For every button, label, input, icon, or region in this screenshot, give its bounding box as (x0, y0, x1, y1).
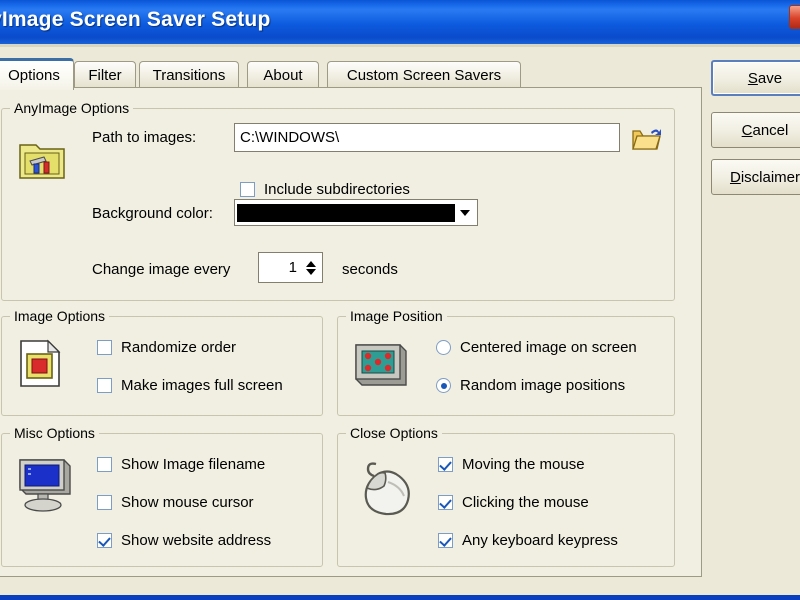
clicking-the-mouse-box[interactable] (438, 495, 453, 510)
open-folder-icon[interactable] (632, 125, 662, 157)
tab-custom-screen-savers[interactable]: Custom Screen Savers (327, 61, 521, 88)
group-misc-options-title: Misc Options (10, 425, 99, 441)
show-mouse-cursor-label: Show mouse cursor (121, 494, 254, 511)
tab-transitions-label: Transitions (152, 66, 226, 84)
cancel-button-label: ancel (752, 121, 789, 139)
make-images-full-screen-box[interactable] (97, 378, 112, 393)
make-images-full-screen-checkbox[interactable]: Make images full screen (97, 377, 283, 394)
centered-image-radio[interactable]: Centered image on screen (436, 339, 637, 356)
group-misc-options: Misc Options Show Image filename Show mo… (1, 425, 323, 567)
include-subdirectories-label: Include subdirectories (264, 181, 410, 198)
tab-custom-screen-savers-label: Custom Screen Savers (346, 66, 502, 84)
clicking-the-mouse-checkbox[interactable]: Clicking the mouse (438, 494, 589, 511)
background-color-swatch (237, 203, 455, 222)
folder-tools-icon (18, 137, 66, 186)
save-button[interactable]: Save (711, 60, 800, 96)
clicking-the-mouse-label: Clicking the mouse (462, 494, 589, 511)
show-mouse-cursor-checkbox[interactable]: Show mouse cursor (97, 494, 254, 511)
spinner-down-icon[interactable] (305, 268, 316, 275)
tab-filter[interactable]: Filter (74, 61, 136, 88)
moving-the-mouse-box[interactable] (438, 457, 453, 472)
centered-image-label: Centered image on screen (460, 339, 637, 356)
show-mouse-cursor-box[interactable] (97, 495, 112, 510)
group-image-position-title: Image Position (346, 308, 447, 324)
seconds-label: seconds (342, 261, 398, 278)
spinner-buttons[interactable] (302, 253, 322, 282)
any-keyboard-keypress-checkbox[interactable]: Any keyboard keypress (438, 532, 618, 549)
group-image-options: Image Options Randomize order Make image… (1, 308, 323, 416)
show-image-filename-box[interactable] (97, 457, 112, 472)
show-image-filename-label: Show Image filename (121, 456, 266, 473)
make-images-full-screen-label: Make images full screen (121, 377, 283, 394)
tab-about-label: About (263, 66, 303, 84)
include-subdirectories-box[interactable] (240, 182, 255, 197)
show-image-filename-checkbox[interactable]: Show Image filename (97, 456, 265, 473)
random-image-positions-radio-box[interactable] (436, 378, 451, 393)
disclaimer-button-label: isclaimer (740, 168, 800, 186)
group-image-options-title: Image Options (10, 308, 110, 324)
monitor-pattern-icon (354, 341, 408, 393)
group-close-options-title: Close Options (346, 425, 442, 441)
randomize-order-box[interactable] (97, 340, 112, 355)
centered-image-radio-box[interactable] (436, 340, 451, 355)
any-keyboard-keypress-label: Any keyboard keypress (462, 532, 618, 549)
moving-the-mouse-label: Moving the mouse (462, 456, 585, 473)
tab-strip: Options Filter Transitions About Custom … (0, 58, 700, 90)
tab-about[interactable]: About (247, 61, 319, 88)
show-website-address-label: Show website address (121, 532, 272, 549)
random-image-positions-label: Random image positions (460, 377, 626, 394)
background-color-label: Background color: (92, 205, 213, 222)
chevron-down-icon[interactable] (455, 202, 475, 223)
randomize-order-label: Randomize order (121, 339, 237, 356)
background-color-combo[interactable] (234, 199, 478, 226)
interval-spinner[interactable]: 1 (258, 252, 323, 283)
show-website-address-checkbox[interactable]: Show website address (97, 532, 271, 549)
disclaimer-button-accel: D (729, 168, 741, 186)
save-button-label: ave (757, 69, 783, 87)
window-title: yImage Screen Saver Setup (0, 8, 271, 31)
tab-options-label: Options (8, 67, 60, 84)
any-keyboard-keypress-box[interactable] (438, 533, 453, 548)
interval-value[interactable]: 1 (259, 259, 302, 276)
close-icon[interactable] (789, 5, 800, 29)
cancel-button[interactable]: Cancel (711, 112, 800, 148)
group-anyimage-options-title: AnyImage Options (10, 100, 134, 116)
group-close-options: Close Options Moving the mouse Clicking … (337, 425, 675, 567)
change-image-every-label: Change image every (92, 261, 231, 278)
spinner-up-icon[interactable] (305, 260, 316, 267)
crt-monitor-icon (16, 456, 74, 519)
path-to-images-label: Path to images: (92, 129, 197, 146)
title-bar: yImage Screen Saver Setup (0, 0, 800, 44)
path-to-images-input[interactable] (234, 123, 620, 152)
group-image-position: Image Position Centered image on screen (337, 308, 675, 416)
titlebar-divider (0, 44, 800, 47)
cancel-button-accel: C (741, 121, 753, 139)
screensaver-setup-window: yImage Screen Saver Setup Options Filter… (0, 0, 800, 600)
tab-options[interactable]: Options (0, 58, 74, 90)
mouse-icon (354, 458, 424, 525)
tab-filter-label: Filter (88, 66, 122, 84)
save-button-accel: S (747, 69, 758, 87)
moving-the-mouse-checkbox[interactable]: Moving the mouse (438, 456, 585, 473)
tab-transitions[interactable]: Transitions (139, 61, 239, 88)
randomize-order-checkbox[interactable]: Randomize order (97, 339, 236, 356)
group-anyimage-options: AnyImage Options Path to images: C:\WIND… (1, 100, 675, 301)
options-tab-panel: AnyImage Options Path to images: C:\WIND… (0, 87, 702, 577)
show-website-address-box[interactable] (97, 533, 112, 548)
random-image-positions-radio[interactable]: Random image positions (436, 377, 625, 394)
disclaimer-button[interactable]: Disclaimer (711, 159, 800, 195)
include-subdirectories-checkbox[interactable]: Include subdirectories (240, 181, 410, 198)
image-document-icon (18, 339, 62, 394)
